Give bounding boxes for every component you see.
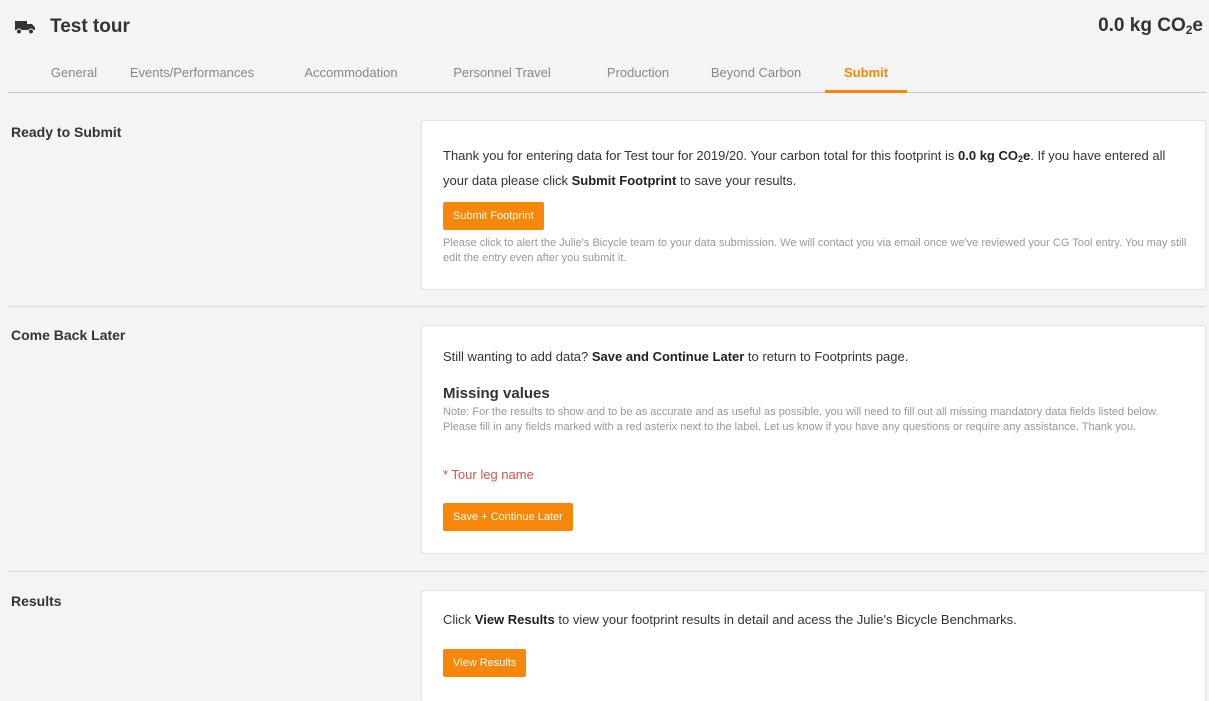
tab-personnel-travel[interactable]: Personnel Travel xyxy=(438,52,566,92)
tab-beyond-carbon[interactable]: Beyond Carbon xyxy=(698,52,814,92)
results-text: Click View Results to view your footprin… xyxy=(443,609,1193,631)
later-text-1: Still wanting to add data? xyxy=(443,349,592,364)
ready-text-1: Thank you for entering data for Test tou… xyxy=(443,148,959,163)
later-action-bold: Save and Continue Later xyxy=(591,349,745,364)
tab-events-performances[interactable]: Events/Performances xyxy=(112,52,272,92)
section-divider xyxy=(8,571,1206,572)
page-header: Test tour 0.0 kg CO2e xyxy=(0,0,1209,46)
results-action-bold: View Results xyxy=(474,612,555,627)
carbon-total-value: 0.0 kg CO xyxy=(1098,15,1186,36)
missing-item-tour-leg-name: * Tour leg name xyxy=(443,467,534,482)
page-title: Test tour xyxy=(50,16,130,37)
ready-text-3: to save your results. xyxy=(676,173,797,188)
ready-total: 0.0 kg CO2e xyxy=(958,148,1030,164)
results-card: Click View Results to view your footprin… xyxy=(421,590,1206,701)
section-label-ready: Ready to Submit xyxy=(11,124,122,140)
later-card: Still wanting to add data? Save and Cont… xyxy=(421,325,1206,554)
ready-text: Thank you for entering data for Test tou… xyxy=(443,145,1193,192)
tab-production[interactable]: Production xyxy=(588,52,688,92)
carbon-total: 0.0 kg CO2e xyxy=(1098,15,1203,37)
title-wrap: Test tour xyxy=(14,16,130,38)
ready-total-value: 0.0 kg CO xyxy=(958,148,1018,163)
submit-footprint-button[interactable]: Submit Footprint xyxy=(443,202,544,230)
later-text: Still wanting to add data? Save and Cont… xyxy=(443,346,1193,368)
tab-bar: General Events/Performances Accommodatio… xyxy=(8,52,1206,93)
submit-help-text: Please click to alert the Julie's Bicycl… xyxy=(443,237,1187,264)
section-label-results: Results xyxy=(11,593,62,609)
save-continue-later-button[interactable]: Save + Continue Later xyxy=(443,503,573,531)
carbon-total-suffix: e xyxy=(1192,15,1203,36)
section-divider xyxy=(8,306,1206,307)
missing-values-title: Missing values xyxy=(443,385,550,402)
results-text-1: Click xyxy=(443,612,475,627)
section-label-later: Come Back Later xyxy=(11,327,126,343)
truck-icon xyxy=(14,19,36,35)
tab-general[interactable]: General xyxy=(44,52,104,92)
results-text-2: to view your footprint results in detail… xyxy=(554,612,1017,627)
ready-card: Thank you for entering data for Test tou… xyxy=(421,120,1206,290)
tab-accommodation[interactable]: Accommodation xyxy=(288,52,414,92)
view-results-button[interactable]: View Results xyxy=(443,649,527,677)
ready-action-bold: Submit Footprint xyxy=(571,173,677,188)
missing-values-note: Note: For the results to show and to be … xyxy=(443,406,1159,433)
tab-submit[interactable]: Submit xyxy=(825,52,907,93)
later-text-2: to return to Footprints page. xyxy=(744,349,909,364)
